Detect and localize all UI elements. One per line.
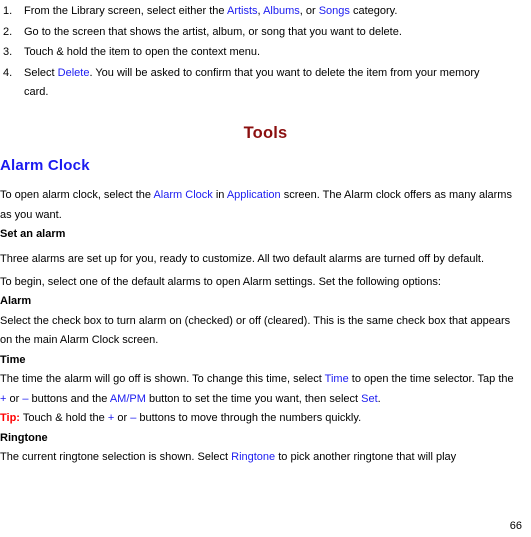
inline-link[interactable]: Albums <box>263 5 300 17</box>
inline-text: button to set the time you want, then se… <box>145 392 362 405</box>
inline-text: in <box>212 189 227 201</box>
list-item-number: 3. <box>3 46 13 58</box>
list-item-number: 4. <box>3 66 13 79</box>
page-title: Tools <box>243 124 288 142</box>
tip-text: Touch & hold the + or – buttons to move … <box>20 412 361 424</box>
inline-link[interactable]: Set <box>361 393 378 405</box>
ringtone-paragraph: The current ringtone selection is shown.… <box>0 448 531 468</box>
list-item: 4. Select Delete. You will be asked to c… <box>0 64 520 103</box>
inline-text: Touch & hold the <box>19 412 108 424</box>
inline-text: to open the time selector. Tap the <box>348 373 514 385</box>
inline-text: To open alarm clock, select the <box>0 189 154 201</box>
time-option-paragraph: The time the alarm will go off is shown.… <box>0 370 531 409</box>
inline-text: From the Library screen, select either t… <box>24 5 227 17</box>
numbered-list: 1. From the Library screen, select eithe… <box>0 2 520 104</box>
subheading-time: Time <box>0 353 26 366</box>
tip-label: Tip: <box>0 412 20 424</box>
inline-link[interactable]: Artists <box>227 5 258 17</box>
inline-link[interactable]: Alarm Clock <box>153 189 212 201</box>
page-number: 66 <box>509 520 522 532</box>
inline-text: category. <box>349 5 398 17</box>
alarm-option-paragraph: Select the check box to turn alarm on (c… <box>0 312 531 351</box>
inline-text: The time the alarm will go off is shown.… <box>0 373 325 385</box>
inline-text: The current ringtone selection is shown.… <box>0 451 232 463</box>
intro-paragraph: To open alarm clock, select the Alarm Cl… <box>0 186 531 225</box>
inline-text: buttons to move through the numbers quic… <box>136 412 362 424</box>
inline-link[interactable]: Songs <box>319 5 350 17</box>
inline-text: Touch & hold the item to open the contex… <box>24 46 261 58</box>
inline-link[interactable]: Application <box>227 189 281 201</box>
list-item-number: 2. <box>3 25 13 38</box>
inline-link[interactable]: Time <box>325 373 349 385</box>
subheading-alarm: Alarm <box>0 295 32 307</box>
list-item: 3. Touch & hold the item to open the con… <box>0 43 520 63</box>
list-item-number: 1. <box>3 5 13 17</box>
subheading-set-an-alarm: Set an alarm <box>0 228 66 240</box>
inline-text: or <box>6 392 23 405</box>
inline-text: buttons and the <box>28 392 110 405</box>
subheading-ringtone: Ringtone <box>0 431 48 444</box>
inline-text: . <box>377 392 381 405</box>
list-item-text: From the Library screen, select either t… <box>24 2 520 22</box>
inline-text: or <box>114 412 131 424</box>
document-page: 1. From the Library screen, select eithe… <box>0 0 531 537</box>
inline-text: Select the check box to turn alarm on (c… <box>0 314 511 347</box>
inline-text: Go to the screen that shows the artist, … <box>24 25 402 38</box>
inline-link[interactable]: Delete <box>58 67 90 79</box>
inline-text: to pick another ringtone that will play <box>275 451 457 463</box>
list-item: 2. Go to the screen that shows the artis… <box>0 23 520 43</box>
inline-link[interactable]: Ringtone <box>231 451 275 463</box>
inline-text: , or <box>299 5 319 17</box>
list-item-text: Touch & hold the item to open the contex… <box>24 43 520 63</box>
set-an-alarm-paragraph-2: To begin, select one of the default alar… <box>0 275 441 288</box>
section-body: To open alarm clock, select the Alarm Cl… <box>0 186 531 468</box>
list-item-text: Select Delete. You will be asked to conf… <box>24 64 520 103</box>
list-item-text: Go to the screen that shows the artist, … <box>24 23 520 43</box>
inline-text: . You will be asked to confirm that you … <box>24 66 480 99</box>
inline-text: Select <box>24 66 58 79</box>
inline-link[interactable]: AM/PM <box>110 393 146 405</box>
section-heading-alarm-clock: Alarm Clock <box>0 157 90 174</box>
set-an-alarm-paragraph-1: Three alarms are set up for you, ready t… <box>0 252 485 265</box>
tip-paragraph: Tip: Touch & hold the + or – buttons to … <box>0 409 531 429</box>
list-item: 1. From the Library screen, select eithe… <box>0 2 520 22</box>
